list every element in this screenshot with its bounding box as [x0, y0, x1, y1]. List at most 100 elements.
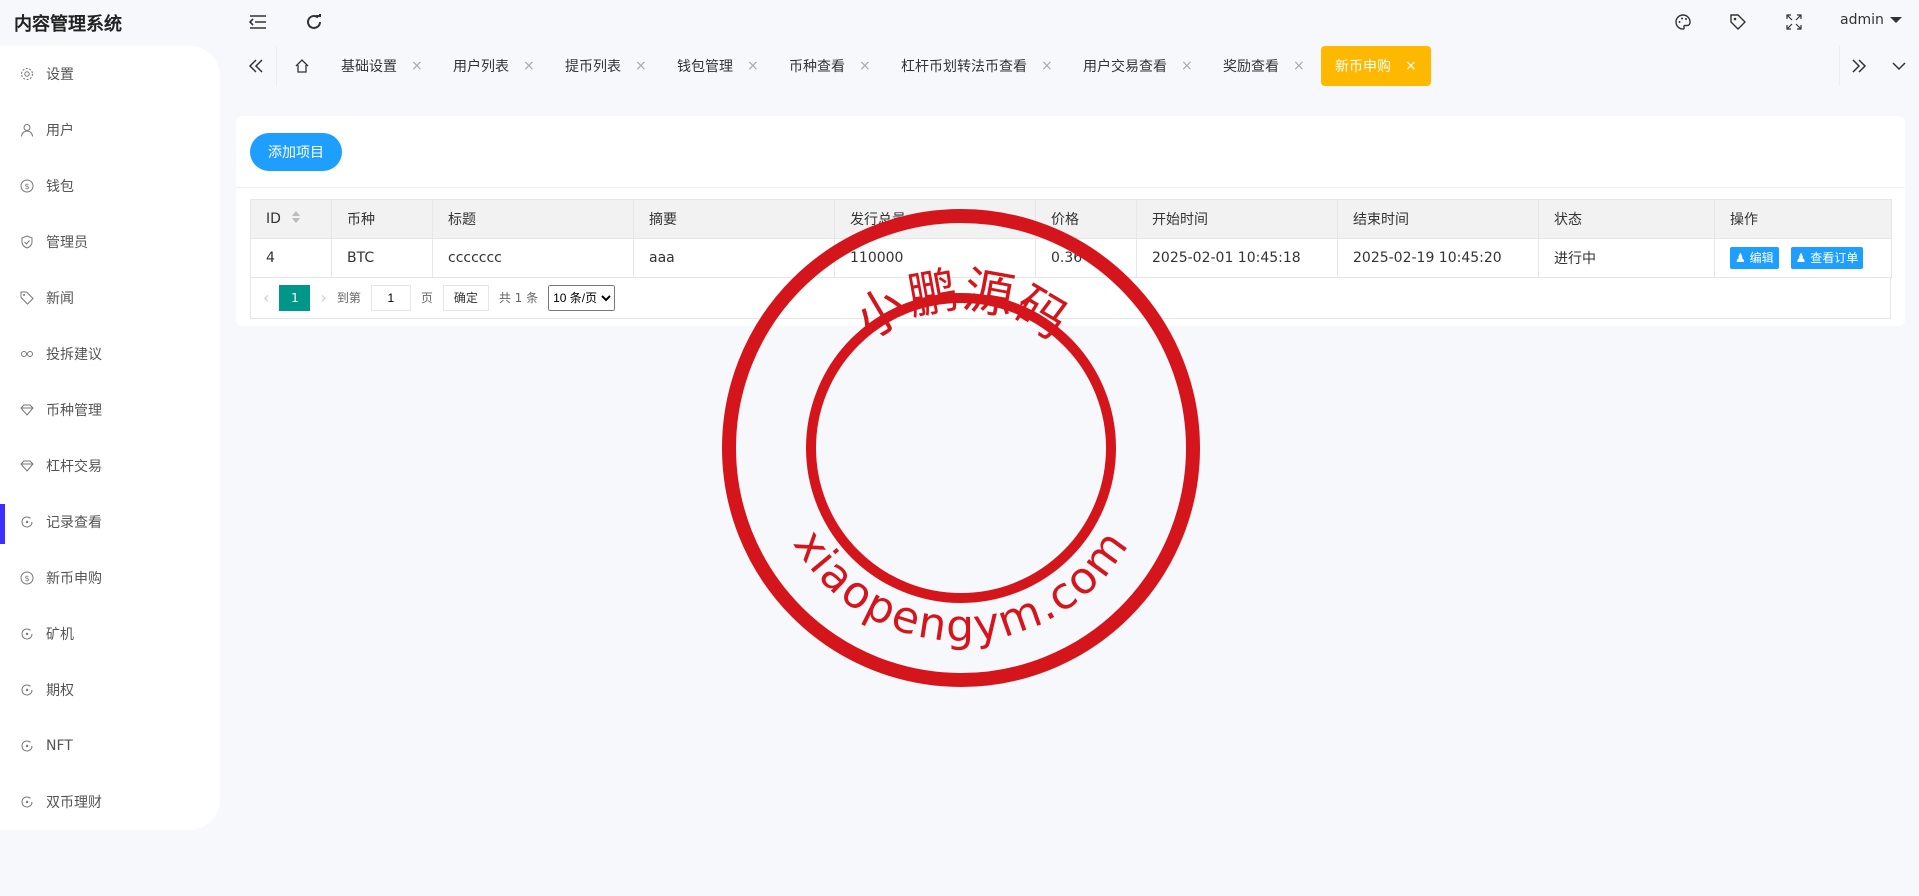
- tab-label: 币种查看: [789, 59, 845, 75]
- coin-icon: $: [20, 571, 34, 585]
- tab-label: 钱包管理: [677, 59, 733, 75]
- sidebar-item-leverage[interactable]: 杠杆交易: [0, 444, 220, 488]
- tab-basic-settings[interactable]: 基础设置 ×: [327, 46, 437, 86]
- cell-actions: ♟ 编辑 ♟ 查看订单: [1714, 238, 1892, 278]
- cell-id: 4: [250, 238, 332, 278]
- goto-confirm-button[interactable]: 确定: [442, 284, 489, 311]
- sidebar-item-miner[interactable]: 矿机: [0, 612, 220, 656]
- close-icon[interactable]: ×: [1181, 58, 1193, 74]
- fullscreen-icon[interactable]: [1784, 12, 1804, 32]
- refresh-icon[interactable]: [304, 12, 324, 32]
- sidebar-item-wallet[interactable]: $ 钱包: [0, 164, 220, 208]
- tab-label: 杠杆币划转法币查看: [901, 59, 1027, 75]
- sidebar-item-nft[interactable]: NFT: [0, 724, 220, 768]
- sidebar-item-label: 新闻: [46, 291, 74, 307]
- cell-coin: BTC: [331, 238, 433, 278]
- page-unit-label: 页: [420, 291, 433, 305]
- cell-end-time: 2025-02-19 10:45:20: [1337, 238, 1539, 278]
- close-icon[interactable]: ×: [411, 58, 423, 74]
- coin-icon: $: [20, 179, 34, 193]
- goto-page-input[interactable]: [370, 284, 411, 311]
- sidebar: 设置 用户 $ 钱包 管理员 新闻 投拆建议 币种管理 杠杆交易 记录查看 $ …: [0, 46, 220, 830]
- sidebar-item-options[interactable]: 期权: [0, 668, 220, 712]
- refresh-circle-icon: [20, 795, 34, 809]
- sidebar-item-label: 记录查看: [46, 515, 102, 531]
- tab-wallet-management[interactable]: 钱包管理 ×: [663, 46, 773, 86]
- close-icon[interactable]: ×: [1293, 58, 1305, 74]
- sidebar-item-label: 杠杆交易: [46, 459, 102, 475]
- sidebar-item-coin-management[interactable]: 币种管理: [0, 388, 220, 432]
- close-icon[interactable]: ×: [1041, 58, 1053, 74]
- app-title: 内容管理系统: [14, 14, 122, 35]
- user-icon: ♟: [1735, 251, 1746, 265]
- tabs-bar: 基础设置 × 用户列表 × 提币列表 × 钱包管理 × 币种查看 × 杠杆币划转法币查看 ×…: [236, 44, 1919, 88]
- svg-text:$: $: [24, 574, 29, 583]
- close-icon[interactable]: ×: [635, 58, 647, 74]
- sidebar-item-label: 新币申购: [46, 571, 102, 587]
- page-current[interactable]: 1: [279, 284, 311, 311]
- tab-new-coin[interactable]: 新币申购 ×: [1321, 46, 1431, 86]
- total-count: 共 1 条: [498, 291, 539, 305]
- shield-icon: [20, 235, 34, 249]
- sidebar-item-records[interactable]: 记录查看: [0, 500, 220, 544]
- status-badge: 进行中: [1538, 238, 1715, 278]
- sidebar-item-label: 钱包: [46, 179, 74, 195]
- tab-coin-view[interactable]: 币种查看 ×: [775, 46, 885, 86]
- tab-divider: [276, 46, 277, 86]
- sidebar-item-label: NFT: [46, 738, 73, 754]
- sort-icon[interactable]: [291, 210, 301, 228]
- column-header: 标题: [432, 199, 634, 239]
- close-icon[interactable]: ×: [1405, 58, 1417, 74]
- sidebar-item-news[interactable]: 新闻: [0, 276, 220, 320]
- sidebar-item-users[interactable]: 用户: [0, 108, 220, 152]
- stamp-inner-ring: [806, 293, 1116, 603]
- stamp-top-text: 小鹏源码: [845, 261, 1078, 351]
- prev-page-icon[interactable]: ‹: [263, 288, 269, 307]
- sidebar-item-label: 设置: [46, 67, 74, 83]
- goto-label: 到第: [336, 291, 361, 305]
- sidebar-item-label: 期权: [46, 683, 74, 699]
- add-project-button[interactable]: 添加项目: [250, 133, 342, 171]
- card-toolbar: 添加项目: [236, 116, 1905, 188]
- column-header: 状态: [1538, 199, 1715, 239]
- sidebar-item-admins[interactable]: 管理员: [0, 220, 220, 264]
- sidebar-item-complaints[interactable]: 投拆建议: [0, 332, 220, 376]
- tab-label: 用户列表: [453, 59, 509, 75]
- tab-user-trades[interactable]: 用户交易查看 ×: [1069, 46, 1207, 86]
- sidebar-item-new-coin[interactable]: $ 新币申购: [0, 556, 220, 600]
- next-page-icon[interactable]: ›: [320, 288, 326, 307]
- cell-title: ccccccc: [432, 238, 634, 278]
- view-orders-button[interactable]: ♟ 查看订单: [1790, 247, 1864, 269]
- tabs-scroll-right-icon[interactable]: [1839, 44, 1879, 88]
- refresh-circle-icon: [20, 627, 34, 641]
- user-menu[interactable]: admin: [1840, 12, 1902, 28]
- tag-icon[interactable]: [1728, 12, 1748, 32]
- sidebar-item-settings[interactable]: 设置: [0, 52, 220, 96]
- tab-leverage-transfer[interactable]: 杠杆币划转法币查看 ×: [887, 46, 1067, 86]
- user-name: admin: [1840, 12, 1884, 28]
- sidebar-item-label: 双币理财: [46, 795, 102, 811]
- sidebar-item-dual-coin[interactable]: 双币理财: [0, 780, 220, 824]
- edit-button[interactable]: ♟ 编辑: [1730, 247, 1779, 269]
- svg-text:$: $: [24, 182, 29, 191]
- close-icon[interactable]: ×: [747, 58, 759, 74]
- sidebar-item-label: 管理员: [46, 235, 88, 251]
- refresh-circle-icon: [20, 515, 34, 529]
- top-header: 内容管理系统 admin: [0, 0, 1919, 44]
- tabs-scroll-left-icon[interactable]: [236, 44, 276, 88]
- close-icon[interactable]: ×: [859, 58, 871, 74]
- menu-collapse-icon[interactable]: [248, 12, 268, 32]
- page-size-select[interactable]: 10 条/页: [548, 284, 616, 311]
- refresh-circle-icon: [20, 683, 34, 697]
- tab-user-list[interactable]: 用户列表 ×: [439, 46, 549, 86]
- close-icon[interactable]: ×: [523, 58, 535, 74]
- column-header-id[interactable]: ID: [250, 199, 332, 239]
- tab-label: 基础设置: [341, 59, 397, 75]
- tabs-dropdown-icon[interactable]: [1879, 44, 1919, 88]
- tab-withdraw-list[interactable]: 提币列表 ×: [551, 46, 661, 86]
- tab-rewards[interactable]: 奖励查看 ×: [1209, 46, 1319, 86]
- column-header: 结束时间: [1337, 199, 1539, 239]
- home-icon[interactable]: [282, 44, 322, 88]
- diamond-icon: [20, 459, 34, 473]
- palette-icon[interactable]: [1673, 12, 1693, 32]
